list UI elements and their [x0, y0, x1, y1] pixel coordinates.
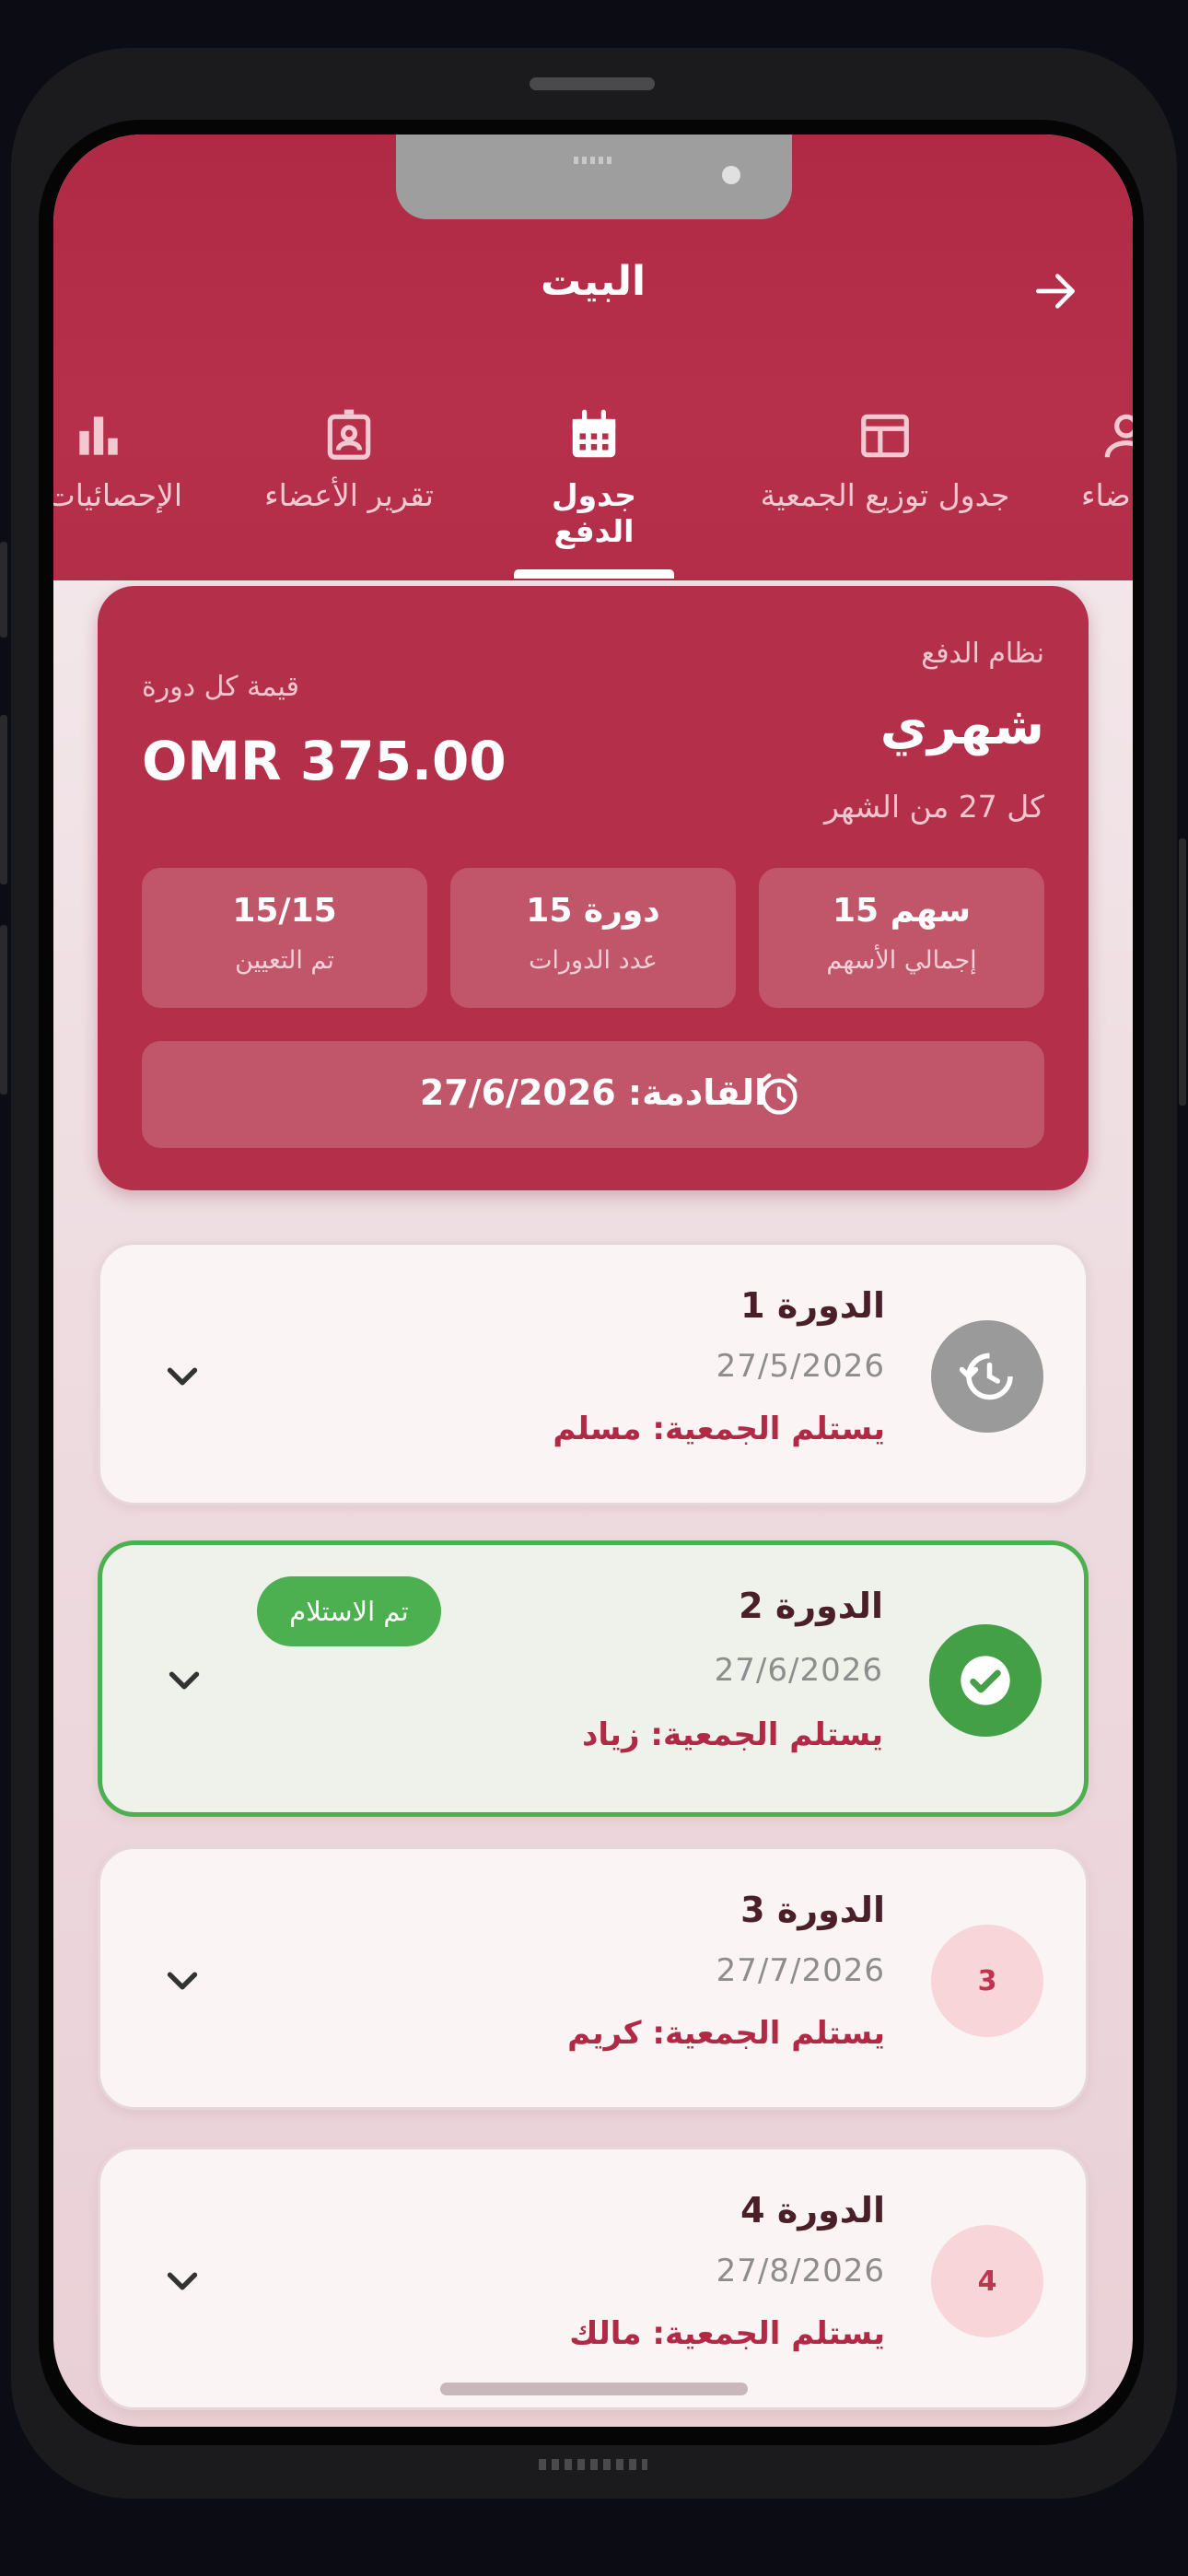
- cycle-card[interactable]: الدورة 4 27/8/2026 يستلم الجمعية: مالك 4: [98, 2147, 1089, 2410]
- chevron-down-icon[interactable]: [159, 1656, 209, 1705]
- cycle-date: 27/8/2026: [716, 2253, 885, 2289]
- side-button: [0, 715, 7, 884]
- stat-cycles-count: 15 دورة عدد الدورات: [450, 868, 736, 1008]
- table-icon: [861, 414, 909, 458]
- chevron-down-icon[interactable]: [157, 1956, 207, 2006]
- cycle-status-badge: [931, 1320, 1043, 1433]
- history-icon: [960, 1352, 1013, 1400]
- cycle-card[interactable]: الدورة 2 27/6/2026 يستلم الجمعية: زياد ت…: [98, 1540, 1089, 1817]
- cycle-number-badge: 3: [931, 1925, 1043, 2037]
- cycle-date: 27/6/2026: [714, 1652, 883, 1689]
- dynamic-island: [396, 135, 792, 219]
- cycle-receiver: يستلم الجمعية: مالك: [569, 2315, 885, 2352]
- cycle-receiver: يستلم الجمعية: زياد: [581, 1716, 883, 1753]
- cycle-card[interactable]: الدورة 3 27/7/2026 يستلم الجمعية: كريم 3: [98, 1846, 1089, 2110]
- cycle-receiver: يستلم الجمعية: مسلم: [553, 1411, 885, 1447]
- alarm-icon: [761, 1073, 798, 1115]
- page-title: البيت: [540, 258, 646, 305]
- cycle-number-badge: 4: [931, 2225, 1043, 2337]
- bar-chart-icon: [79, 416, 118, 455]
- tab-members-report[interactable]: تقرير الأعضاء: [250, 407, 448, 580]
- app-screen: البيت ضاء جدول توزيع الجمعية جدول الدفع …: [53, 135, 1133, 2427]
- tab-distribution[interactable]: جدول توزيع الجمعية: [735, 407, 1035, 580]
- cycle-title: الدورة 2: [739, 1586, 883, 1626]
- next-payment-bar: القادمة: 27/6/2026: [142, 1041, 1044, 1148]
- tab-statistics[interactable]: الإحصائيات: [53, 407, 182, 580]
- payment-system-value: شهري: [879, 697, 1044, 756]
- payment-summary-card: نظام الدفع شهري كل 27 من الشهر قيمة كل د…: [98, 586, 1089, 1190]
- chevron-down-icon[interactable]: [157, 2256, 207, 2306]
- active-tab-indicator: [514, 569, 674, 579]
- cycle-card[interactable]: الدورة 1 27/5/2026 يستلم الجمعية: مسلم: [98, 1242, 1089, 1505]
- cycle-date: 27/5/2026: [716, 1348, 885, 1385]
- app-header: البيت ضاء جدول توزيع الجمعية جدول الدفع …: [53, 135, 1133, 580]
- check-circle-icon: [961, 1656, 1010, 1705]
- cycle-date: 27/7/2026: [716, 1952, 885, 1989]
- person-icon: [1104, 414, 1133, 458]
- tab-payment-schedule[interactable]: جدول الدفع: [508, 407, 680, 580]
- back-arrow-icon[interactable]: [1030, 265, 1081, 317]
- payment-day: كل 27 من الشهر: [823, 789, 1044, 825]
- cycle-title: الدورة 4: [740, 2190, 885, 2231]
- home-indicator[interactable]: [440, 2383, 748, 2395]
- cycle-title: الدورة 3: [740, 1890, 885, 1930]
- chevron-down-icon[interactable]: [157, 1352, 207, 1401]
- stat-total-shares: 15 سهم إجمالي الأسهم: [759, 868, 1044, 1008]
- cycle-receiver: يستلم الجمعية: كريم: [567, 2015, 885, 2052]
- cycle-value-label: قيمة كل دورة: [142, 671, 299, 703]
- side-button: [0, 925, 7, 1095]
- received-status-chip: تم الاستلام: [257, 1576, 441, 1646]
- bottom-speaker: [539, 2459, 647, 2470]
- tab-members[interactable]: ضاء: [1081, 407, 1133, 580]
- badge-icon: [327, 409, 371, 460]
- side-button: [0, 542, 7, 638]
- cycle-status-badge: [929, 1624, 1042, 1737]
- calendar-icon: [572, 409, 616, 458]
- cycle-value: OMR 375.00: [142, 730, 507, 792]
- side-button: [1179, 838, 1186, 1106]
- next-payment-text: القادمة: 27/6/2026: [419, 1072, 767, 1113]
- payment-system-label: نظام الدفع: [921, 638, 1044, 670]
- stat-assigned: 15/15 تم التعيين: [142, 868, 427, 1008]
- speaker-grille: [530, 77, 655, 90]
- cycle-title: الدورة 1: [740, 1285, 885, 1326]
